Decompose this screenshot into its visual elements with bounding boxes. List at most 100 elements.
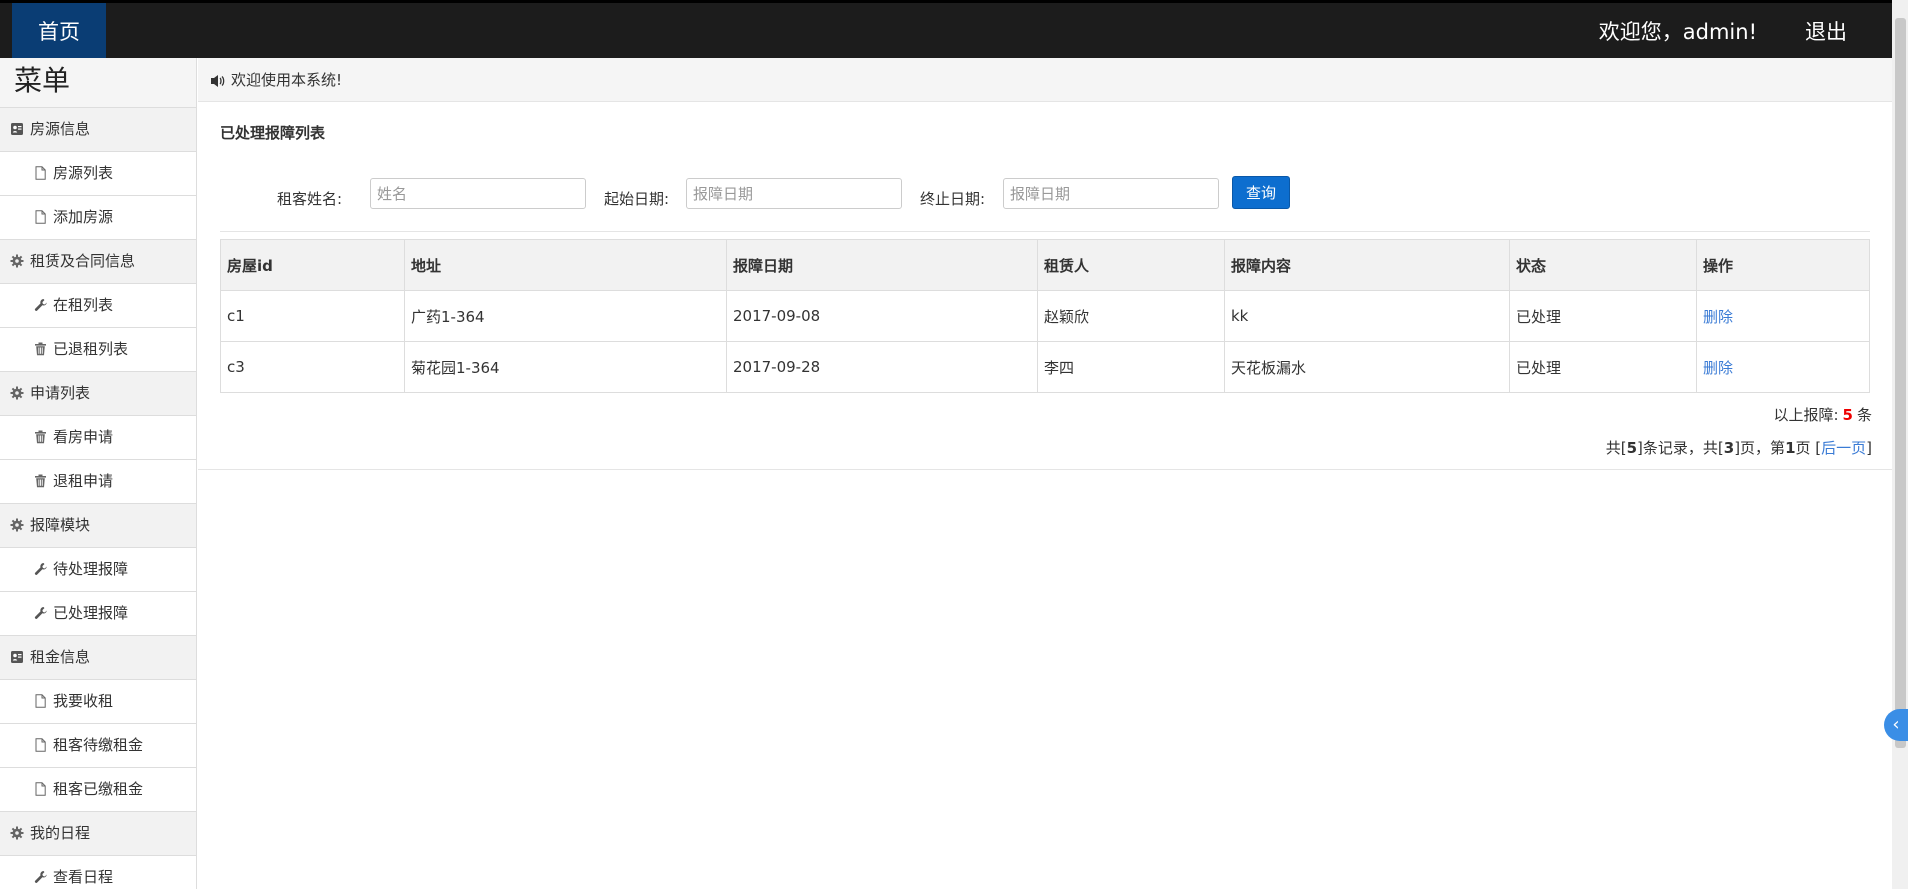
cell-tenant: 李四	[1037, 341, 1225, 393]
sidebar-group[interactable]: 我的日程	[0, 812, 196, 856]
sidebar-group-label: 房源信息	[30, 120, 91, 138]
scrollbar-thumb[interactable]	[1895, 18, 1906, 748]
sidebar-item[interactable]: 已处理报障	[0, 592, 196, 636]
tenant-name-label: 租客姓名:	[277, 190, 343, 208]
sidebar-group[interactable]: 租赁及合同信息	[0, 240, 196, 284]
pager-text: ]条记录，共[	[1637, 439, 1724, 457]
wrench-icon	[34, 286, 47, 311]
sidebar-item[interactable]: 添加房源	[0, 196, 196, 240]
divider	[220, 231, 1870, 232]
vertical-scrollbar[interactable]	[1892, 0, 1908, 889]
cell-fault-content: kk	[1224, 290, 1510, 342]
sidebar-group-label: 报障模块	[30, 516, 91, 534]
sidebar-group[interactable]: 报障模块	[0, 504, 196, 548]
gear-icon	[10, 242, 24, 268]
gear-icon	[10, 374, 24, 400]
pager-text: ]	[1866, 439, 1872, 457]
logout-link[interactable]: 退出	[1805, 16, 1847, 46]
sidebar-group-label: 租金信息	[30, 648, 91, 666]
sidebar-item-label: 租客待缴租金	[53, 736, 144, 754]
table-row: c1 广药1-364 2017-09-08 赵颖欣 kk 已处理 删除	[220, 290, 1870, 342]
contact-card-icon	[10, 110, 24, 135]
cell-action: 删除	[1696, 341, 1870, 393]
sidebar-item[interactable]: 退租申请	[0, 460, 196, 504]
chevron-left-icon[interactable]: ‹	[1884, 709, 1908, 741]
delete-link[interactable]: 删除	[1703, 308, 1733, 326]
trash-icon	[34, 462, 47, 488]
sidebar-item[interactable]: 待处理报障	[0, 548, 196, 592]
end-date-input[interactable]	[1003, 178, 1219, 209]
pager-text: 页 [	[1795, 439, 1822, 457]
sidebar-item[interactable]: 租客已缴租金	[0, 768, 196, 812]
sidebar-group[interactable]: 房源信息	[0, 108, 196, 152]
sidebar-item-label: 看房申请	[53, 428, 114, 446]
start-date-label: 起始日期:	[604, 190, 670, 208]
cell-fault-content: 天花板漏水	[1224, 341, 1510, 393]
query-button[interactable]: 查询	[1232, 176, 1290, 209]
cell-fault-date: 2017-09-28	[726, 341, 1038, 393]
col-tenant: 租赁人	[1037, 239, 1225, 291]
sidebar-item[interactable]: 看房申请	[0, 416, 196, 460]
sidebar-item-label: 我要收租	[53, 692, 114, 710]
pagination: 共[5]条记录，共[3]页，第1页 [后一页]	[1606, 437, 1872, 458]
col-address: 地址	[404, 239, 727, 291]
main-panel: 已处理报障列表 租客姓名: 起始日期: 终止日期: 查询 房屋id 地址 报障日…	[198, 102, 1892, 470]
speaker-icon	[211, 75, 225, 87]
sidebar-group-label: 申请列表	[30, 384, 91, 402]
next-page-link[interactable]: 后一页	[1821, 439, 1866, 457]
file-icon	[34, 726, 47, 752]
wrench-icon	[34, 594, 47, 619]
cell-action: 删除	[1696, 290, 1870, 342]
sidebar-item[interactable]: 租客待缴租金	[0, 724, 196, 768]
sidebar-item-label: 已处理报障	[53, 604, 129, 622]
sidebar-group[interactable]: 租金信息	[0, 636, 196, 680]
cell-house-id: c3	[220, 341, 405, 393]
cell-address: 菊花园1-364	[404, 341, 727, 393]
file-icon	[34, 682, 47, 708]
table-header-row: 房屋id 地址 报障日期 租赁人 报障内容 状态 操作	[220, 239, 1870, 291]
home-button[interactable]: 首页	[12, 3, 106, 58]
filter-form: 租客姓名: 起始日期: 终止日期: 查询	[198, 176, 1870, 218]
cell-status: 已处理	[1509, 341, 1697, 393]
wrench-icon	[34, 550, 47, 575]
delete-link[interactable]: 删除	[1703, 359, 1733, 377]
sidebar-item[interactable]: 已退租列表	[0, 328, 196, 372]
top-navbar: 首页 欢迎您，admin! 退出	[0, 0, 1892, 58]
summary-suffix: 条	[1856, 406, 1872, 424]
gear-icon	[10, 506, 24, 532]
sidebar-item-label: 查看日程	[53, 868, 114, 886]
welcome-text: 欢迎您，admin!	[1598, 20, 1757, 44]
notice-text: 欢迎使用本系统!	[231, 71, 343, 89]
sidebar-item[interactable]: 查看日程	[0, 856, 196, 889]
sidebar-group[interactable]: 申请列表	[0, 372, 196, 416]
fault-summary: 以上报障: 5 条	[1773, 404, 1872, 425]
fault-table: 房屋id 地址 报障日期 租赁人 报障内容 状态 操作 c1 广药1-364 2…	[220, 239, 1870, 393]
sidebar-item[interactable]: 在租列表	[0, 284, 196, 328]
end-date-label: 终止日期:	[920, 190, 986, 208]
cell-address: 广药1-364	[404, 290, 727, 342]
sidebar-item[interactable]: 房源列表	[0, 152, 196, 196]
file-icon	[34, 154, 47, 180]
col-action: 操作	[1696, 239, 1870, 291]
sidebar-group-label: 我的日程	[30, 824, 91, 842]
sidebar-item-label: 退租申请	[53, 472, 114, 490]
sidebar-item-label: 租客已缴租金	[53, 780, 144, 798]
tenant-name-input[interactable]	[370, 178, 586, 209]
sidebar: 菜单 房源信息 房源列表 添加房源 租赁及合同信息 在租列表 已退租列表 申请列表 看房申请退…	[0, 58, 197, 889]
start-date-input[interactable]	[686, 178, 902, 209]
gear-icon	[10, 814, 24, 840]
total-pages: 3	[1723, 439, 1735, 457]
current-page: 1	[1785, 439, 1796, 457]
col-fault-date: 报障日期	[726, 239, 1038, 291]
cell-status: 已处理	[1509, 290, 1697, 342]
notice-bar: 欢迎使用本系统!	[198, 58, 1892, 102]
cell-fault-date: 2017-09-08	[726, 290, 1038, 342]
page-title: 已处理报障列表	[220, 124, 326, 142]
wrench-icon	[34, 858, 47, 883]
contact-card-icon	[10, 638, 24, 663]
file-icon	[34, 198, 47, 224]
sidebar-item[interactable]: 我要收租	[0, 680, 196, 724]
pager-text: ]页，第	[1734, 439, 1786, 457]
trash-icon	[34, 418, 47, 444]
cell-house-id: c1	[220, 290, 405, 342]
